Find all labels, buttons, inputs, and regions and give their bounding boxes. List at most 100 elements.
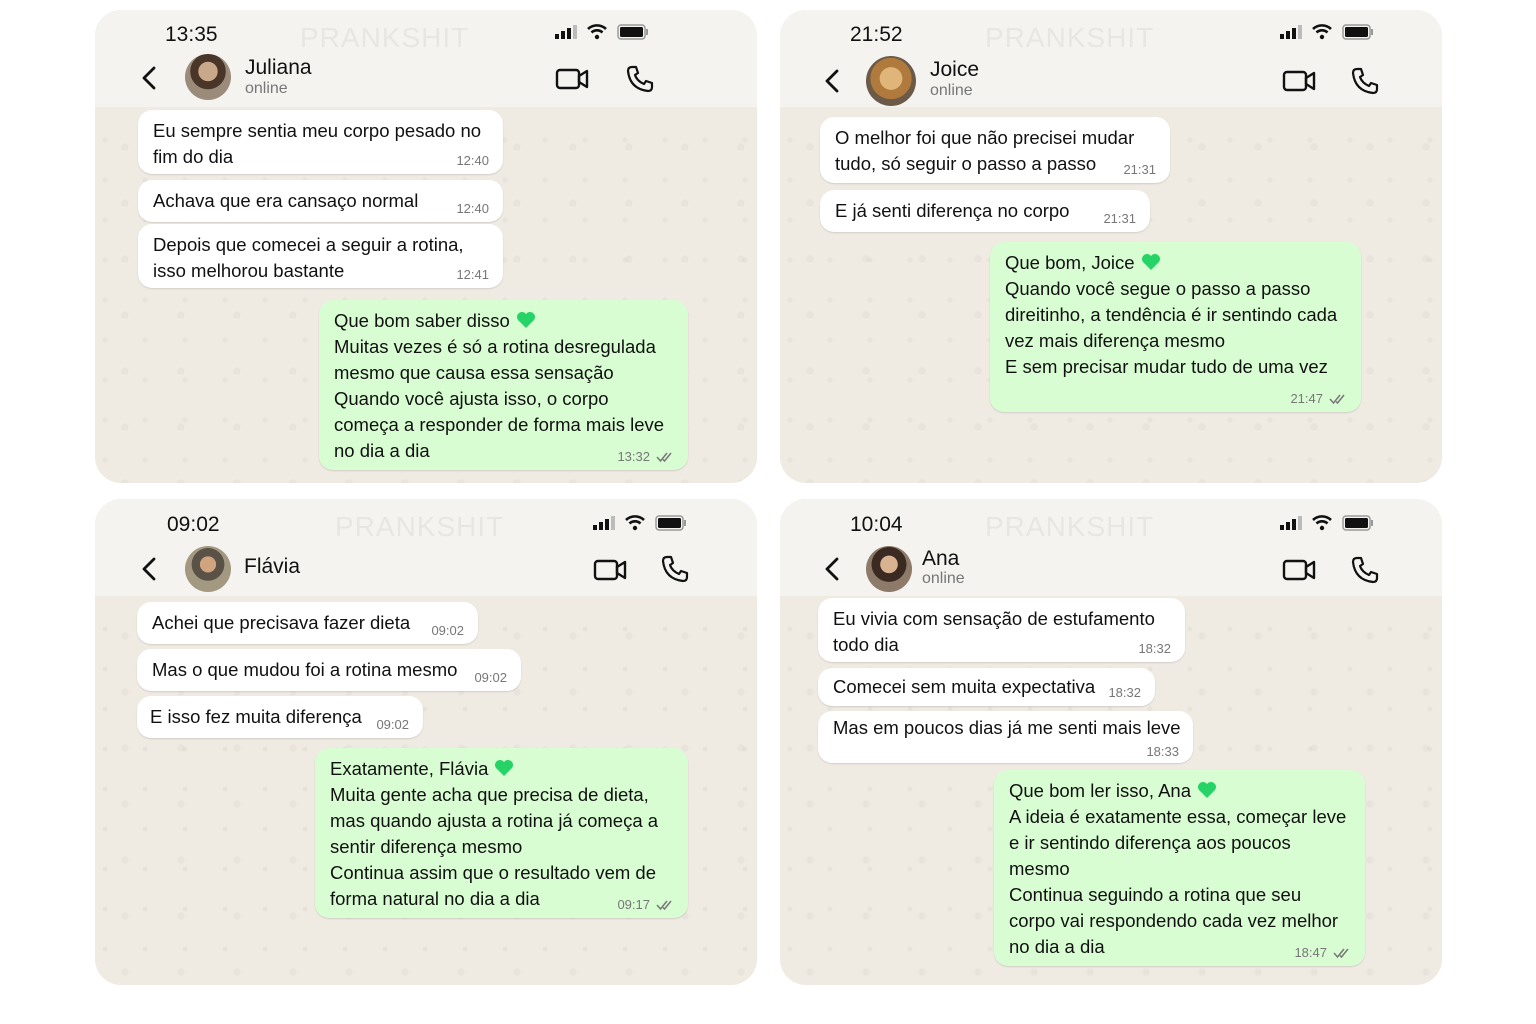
chat-header: 09:02 PRANKSHIT Flávia	[95, 499, 757, 596]
message-text: O melhor foi que não precisei mudar	[835, 127, 1135, 148]
message-time: 21:31	[1123, 163, 1156, 177]
video-call-icon[interactable]	[1282, 68, 1316, 94]
message-bubble-incoming[interactable]: Eu vivia com sensação de estufamento tod…	[818, 598, 1185, 662]
message-bubble-incoming[interactable]: Achei que precisava fazer dieta 09:02	[137, 602, 478, 644]
message-bubble-incoming[interactable]: E já senti diferença no corpo 21:31	[820, 190, 1150, 232]
message-text: Continua seguindo a rotina que seu	[1009, 884, 1302, 905]
message-time-text: 18:33	[1146, 744, 1179, 759]
message-time: 12:41	[456, 268, 489, 282]
message-text: mesmo	[1009, 858, 1070, 879]
message-bubble-incoming[interactable]: Mas em poucos dias já me senti mais leve…	[818, 711, 1193, 763]
chat-screen-juliana: 13:35 PRANKSHIT Juliana online Eu sempre…	[95, 10, 757, 483]
message-time: 18:47	[1294, 946, 1351, 960]
contact-status: online	[930, 82, 973, 99]
message-time-text: 13:32	[617, 449, 650, 464]
phone-call-icon[interactable]	[1350, 66, 1380, 96]
status-icons	[593, 515, 687, 531]
contact-name[interactable]: Juliana	[245, 56, 312, 80]
message-text: isso melhorou bastante	[153, 260, 345, 281]
message-text-first-line: Que bom saber disso	[334, 310, 510, 331]
status-bar-time: 21:52	[850, 23, 903, 46]
green-heart-icon	[1198, 782, 1217, 798]
battery-icon	[617, 24, 648, 40]
message-time: 18:32	[1108, 686, 1141, 700]
message-bubble-incoming[interactable]: Comecei sem muita expectativa 18:32	[818, 668, 1155, 706]
back-arrow-icon[interactable]	[822, 555, 842, 583]
message-text: e ir sentindo diferença aos poucos	[1009, 832, 1291, 853]
video-call-icon[interactable]	[1282, 557, 1316, 583]
message-text: tudo, só seguir o passo a passo	[835, 153, 1097, 174]
message-text: começa a responder de forma mais leve	[334, 414, 665, 435]
message-time: 21:47	[1290, 392, 1347, 406]
green-heart-icon	[516, 312, 535, 328]
message-time: 21:31	[1103, 212, 1136, 226]
message-time-text: 12:41	[456, 267, 489, 282]
message-text: Que bom ler isso, Ana	[1009, 778, 1351, 804]
message-bubble-incoming[interactable]: Achava que era cansaço normal 12:40	[138, 180, 503, 222]
watermark: PRANKSHIT	[300, 22, 470, 53]
status-icons	[1280, 24, 1374, 40]
message-text: Achei que precisava fazer dieta	[152, 612, 411, 633]
message-bubble-outgoing[interactable]: Que bom, Joice Quando você segue o passo…	[990, 242, 1361, 412]
back-arrow-icon[interactable]	[822, 67, 842, 95]
message-bubble-incoming[interactable]: Eu sempre sentia meu corpo pesado no fim…	[138, 110, 503, 174]
message-text: Exatamente, Flávia	[330, 756, 674, 782]
message-text: Que bom saber disso	[334, 308, 674, 334]
message-text: fim do dia	[153, 146, 234, 167]
message-text: Muitas vezes é só a rotina desregulada	[334, 336, 656, 357]
wifi-icon	[625, 515, 645, 531]
message-bubble-incoming[interactable]: Depois que comecei a seguir a rotina, is…	[138, 224, 503, 288]
status-icons	[555, 24, 649, 40]
message-text: E já senti diferença no corpo	[835, 200, 1070, 221]
battery-icon	[1342, 515, 1373, 531]
chat-header: 10:04 PRANKSHIT Ana online	[780, 499, 1442, 596]
phone-call-icon[interactable]	[1350, 555, 1380, 585]
message-bubble-incoming[interactable]: Mas o que mudou foi a rotina mesmo 09:02	[137, 649, 521, 691]
message-bubble-incoming[interactable]: E isso fez muita diferença 09:02	[137, 696, 423, 738]
message-text: direitinho, a tendência é ir sentindo ca…	[1005, 304, 1338, 325]
message-bubble-outgoing[interactable]: Que bom saber disso Muitas vezes é só a …	[319, 300, 688, 470]
double-check-icon	[1333, 948, 1349, 959]
status-bar-time: 09:02	[167, 513, 220, 536]
back-arrow-icon[interactable]	[139, 555, 159, 583]
message-bubble-outgoing[interactable]: Exatamente, Flávia Muita gente acha que …	[315, 748, 688, 918]
message-text: Mas o que mudou foi a rotina mesmo	[152, 659, 458, 680]
avatar[interactable]	[866, 56, 916, 106]
back-arrow-icon[interactable]	[139, 64, 159, 92]
message-text: mas quando ajusta a rotina já começa a	[330, 810, 659, 831]
contact-name[interactable]: Joice	[930, 58, 979, 82]
double-check-icon	[656, 900, 672, 911]
message-time-text: 09:17	[617, 897, 650, 912]
message-time-text: 21:31	[1103, 211, 1136, 226]
message-text: Comecei sem muita expectativa	[833, 676, 1096, 697]
message-time-text: 09:02	[431, 623, 464, 638]
message-time-text: 12:40	[456, 153, 489, 168]
video-call-icon[interactable]	[593, 557, 627, 583]
status-bar-time: 13:35	[165, 23, 218, 46]
avatar[interactable]	[185, 54, 231, 100]
message-time: 09:02	[474, 671, 507, 685]
message-time: 18:32	[1138, 642, 1171, 656]
message-bubble-outgoing[interactable]: Que bom ler isso, Ana A ideia é exatamen…	[994, 770, 1365, 966]
avatar[interactable]	[185, 546, 231, 592]
video-call-icon[interactable]	[555, 66, 589, 92]
contact-name[interactable]: Ana	[922, 547, 959, 571]
message-time: 09:02	[431, 624, 464, 638]
phone-call-icon[interactable]	[625, 64, 655, 94]
message-text: E isso fez muita diferença	[150, 706, 362, 727]
phone-call-icon[interactable]	[660, 554, 690, 584]
message-text: Continua assim que o resultado vem de	[330, 862, 656, 883]
message-text-first-line: Exatamente, Flávia	[330, 758, 489, 779]
message-time-text: 18:47	[1294, 945, 1327, 960]
watermark: PRANKSHIT	[985, 22, 1155, 53]
avatar[interactable]	[866, 546, 912, 592]
contact-name[interactable]: Flávia	[244, 555, 300, 579]
message-text: Eu vivia com sensação de estufamento	[833, 608, 1155, 629]
message-text: vez mais diferença mesmo	[1005, 330, 1226, 351]
message-bubble-incoming[interactable]: O melhor foi que não precisei mudar tudo…	[820, 117, 1170, 183]
message-time-text: 21:31	[1123, 162, 1156, 177]
message-text: Mas em poucos dias já me senti mais leve	[833, 717, 1181, 738]
message-time-text: 18:32	[1138, 641, 1171, 656]
signal-icon	[593, 516, 615, 530]
message-text: Achava que era cansaço normal	[153, 190, 419, 211]
